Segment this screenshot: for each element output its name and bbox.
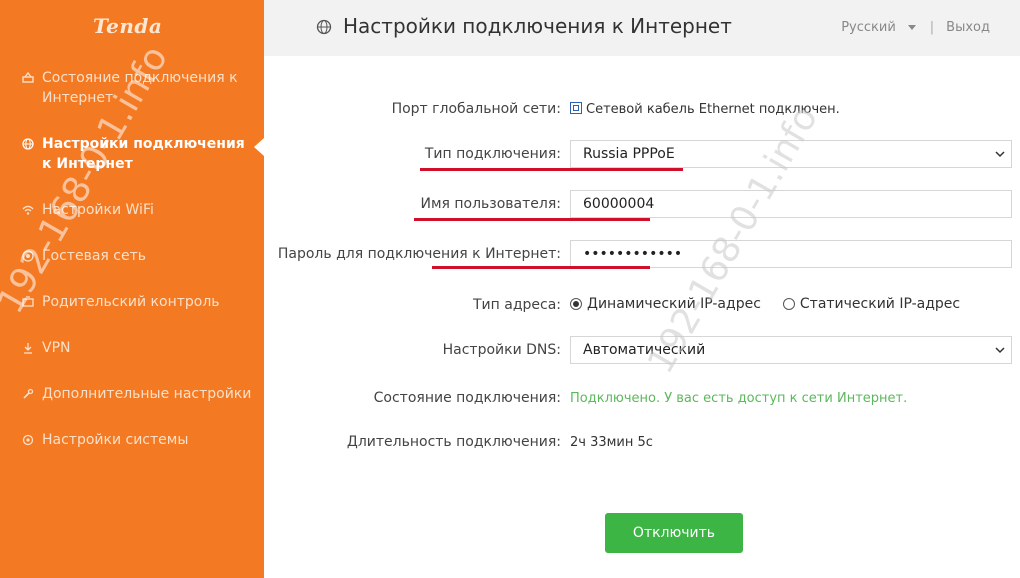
divider: |: [929, 20, 935, 35]
header: Настройки подключения к Интернет Русский…: [264, 0, 1020, 56]
system-icon: [20, 430, 36, 450]
duration-label: Длительность подключения:: [346, 434, 561, 450]
highlight-underline: [420, 168, 683, 171]
static-ip-radio[interactable]: Статический IP-адрес: [782, 296, 961, 312]
chevron-down-icon: [995, 347, 1005, 354]
username-input[interactable]: 60000004: [570, 190, 1012, 218]
tenda-logo: Tenda: [93, 14, 163, 38]
static-ip-label: Статический IP-адрес: [799, 296, 961, 312]
password-value: ••••••••••••: [583, 246, 683, 262]
vpn-icon: [20, 338, 36, 358]
sidebar-item-label: Настройки подключения к Интернет: [42, 136, 245, 172]
wan-port-value: Сетевой кабель Ethernet подключен.: [586, 102, 840, 117]
sidebar-item-label: Настройки системы: [42, 432, 189, 448]
sidebar-item-label: Дополнительные настройки: [42, 386, 252, 402]
parental-icon: [20, 292, 36, 312]
wan-port-label: Порт глобальной сети:: [391, 101, 561, 117]
username-label: Имя пользователя:: [420, 196, 561, 212]
header-actions: Русский | Выход: [841, 20, 990, 35]
radio-checked-icon: [570, 298, 582, 310]
wrench-icon: [20, 384, 36, 404]
highlight-underline: [414, 218, 650, 221]
radio-unchecked-icon: [782, 298, 795, 310]
chevron-down-icon[interactable]: [907, 25, 916, 30]
active-indicator: [254, 138, 264, 156]
page-title: Настройки подключения к Интернет: [343, 14, 732, 38]
sidebar-item-label: Настройки WiFi: [42, 202, 154, 218]
dynamic-ip-label: Динамический IP-адрес: [587, 296, 761, 312]
connection-status-value: Подключено. У вас есть доступ к сети Инт…: [570, 391, 908, 406]
address-type-label: Тип адреса:: [472, 297, 561, 313]
sidebar: Tenda Состояние подключения к Интернет Н…: [0, 0, 264, 578]
highlight-underline: [432, 266, 650, 269]
logout-link[interactable]: Выход: [946, 20, 990, 35]
connection-type-label: Тип подключения:: [424, 146, 561, 162]
sidebar-item-system[interactable]: Настройки системы: [20, 430, 260, 450]
connection-type-select[interactable]: Russia PPPoE: [570, 140, 1012, 168]
sidebar-item-advanced[interactable]: Дополнительные настройки: [20, 384, 260, 404]
password-label: Пароль для подключения к Интернет:: [277, 246, 561, 262]
sidebar-item-vpn[interactable]: VPN: [20, 338, 260, 358]
globe-icon: [20, 134, 36, 154]
wan-port-status: Сетевой кабель Ethernet подключен.: [570, 102, 840, 117]
dns-value: Автоматический: [583, 342, 706, 358]
wifi-icon: [20, 200, 36, 220]
language-select[interactable]: Русский: [841, 20, 896, 35]
connection-type-value: Russia PPPoE: [583, 146, 675, 162]
sidebar-item-label: Состояние подключения к Интернет: [42, 70, 238, 106]
chevron-down-icon: [995, 151, 1005, 158]
sidebar-item-label: Родительский контроль: [42, 294, 220, 310]
dns-select[interactable]: Автоматический: [570, 336, 1012, 364]
dns-label: Настройки DNS:: [442, 342, 561, 358]
globe-icon: [316, 19, 332, 35]
sidebar-item-wifi[interactable]: Настройки WiFi: [20, 200, 260, 220]
sidebar-item-connection-status[interactable]: Состояние подключения к Интернет: [20, 68, 260, 108]
sidebar-item-label: VPN: [42, 340, 71, 356]
address-type-radio-group: Динамический IP-адрес Статический IP-адр…: [570, 296, 960, 312]
connection-status-label: Состояние подключения:: [373, 390, 561, 406]
status-icon: [20, 68, 36, 88]
duration-value: 2ч 33мин 5с: [570, 435, 653, 450]
sidebar-item-internet-settings[interactable]: Настройки подключения к Интернет: [20, 134, 260, 174]
sidebar-item-parental-control[interactable]: Родительский контроль: [20, 292, 260, 312]
guest-icon: [20, 246, 36, 266]
username-value: 60000004: [583, 196, 655, 212]
password-input[interactable]: ••••••••••••: [570, 240, 1012, 268]
disconnect-button[interactable]: Отключить: [605, 513, 743, 553]
sidebar-item-guest-network[interactable]: Гостевая сеть: [20, 246, 260, 266]
sidebar-item-label: Гостевая сеть: [42, 248, 146, 264]
dynamic-ip-radio[interactable]: Динамический IP-адрес: [570, 296, 761, 312]
cable-status-icon: [570, 102, 582, 114]
